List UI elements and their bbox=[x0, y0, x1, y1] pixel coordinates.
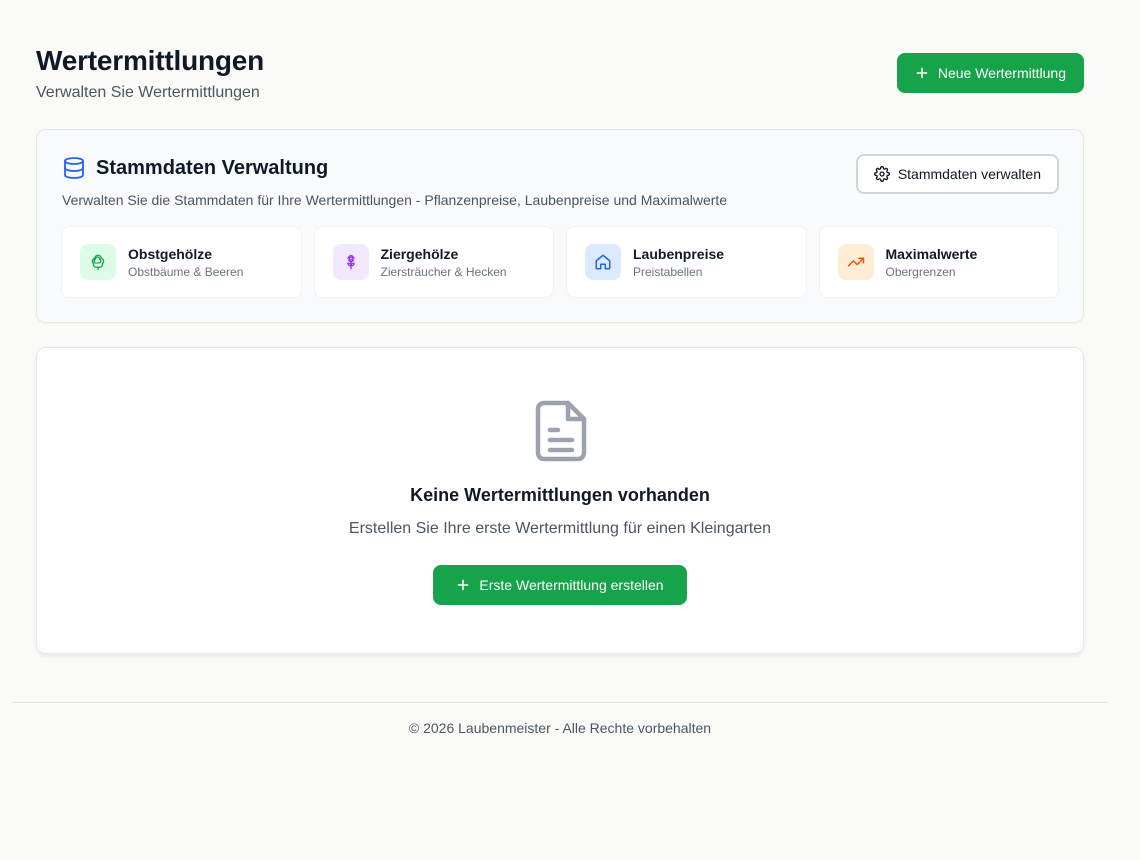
empty-state-card: Keine Wertermittlungen vorhanden Erstell… bbox=[36, 347, 1084, 654]
tile-arbor-prices-text: Laubenpreise Preistabellen bbox=[633, 246, 724, 279]
tile-title: Ziergehölze bbox=[380, 245, 459, 262]
tile-max-values[interactable]: Maximalwerte Obergrenzen bbox=[818, 226, 1059, 298]
tile-subtitle: Obstbäume & Beeren bbox=[128, 264, 244, 279]
tile-subtitle: Obergrenzen bbox=[885, 264, 956, 279]
create-first-valuation-button[interactable]: Erste Wertermittlung erstellen bbox=[433, 565, 687, 605]
database-icon bbox=[64, 157, 84, 179]
empty-state-title: Keine Wertermittlungen vorhanden bbox=[410, 485, 710, 505]
tile-subtitle: Preistabellen bbox=[633, 264, 703, 279]
flower-icon bbox=[332, 244, 369, 280]
tile-title: Obstgehölze bbox=[128, 245, 213, 262]
tree-icon bbox=[80, 244, 116, 280]
master-data-heading: Stammdaten Verwaltung bbox=[62, 156, 328, 180]
tile-ornamental-shrubs-text: Ziergehölze Ziersträucher & Hecken bbox=[381, 246, 507, 279]
master-data-card: Stammdaten Verwaltung Stammdaten verwalt… bbox=[36, 129, 1084, 323]
footer-divider bbox=[12, 702, 1108, 703]
tile-title: Laubenpreise bbox=[633, 245, 725, 262]
footer-copyright: © 2026 Laubenmeister - Alle Rechte vorbe… bbox=[408, 720, 712, 736]
empty-state-subtitle: Erstellen Sie Ihre erste Wertermittlung … bbox=[348, 520, 772, 537]
tile-subtitle: Ziersträucher & Hecken bbox=[380, 264, 507, 279]
master-data-description: Verwalten Sie die Stammdaten für Ihre We… bbox=[62, 192, 728, 208]
gear-icon bbox=[873, 166, 890, 182]
house-icon bbox=[585, 244, 621, 280]
new-valuation-button[interactable]: Neue Wertermittlung bbox=[896, 53, 1084, 93]
create-first-valuation-label: Erste Wertermittlung erstellen bbox=[479, 577, 664, 593]
master-data-title: Stammdaten Verwaltung bbox=[96, 156, 329, 179]
tile-ornamental-shrubs[interactable]: Ziergehölze Ziersträucher & Hecken bbox=[313, 226, 554, 298]
document-icon bbox=[535, 400, 587, 462]
trending-up-icon bbox=[837, 244, 874, 280]
manage-master-data-label: Stammdaten verwalten bbox=[897, 166, 1041, 182]
manage-master-data-button[interactable]: Stammdaten verwalten bbox=[855, 154, 1059, 194]
tile-max-values-text: Maximalwerte Obergrenzen bbox=[886, 246, 978, 279]
tile-fruit-trees[interactable]: Obstgehölze Obstbäume & Beeren bbox=[61, 226, 302, 298]
page: Wertermittlungen Verwalten Sie Wertermit… bbox=[0, 0, 1140, 860]
plus-icon bbox=[916, 67, 928, 79]
tile-arbor-prices[interactable]: Laubenpreise Preistabellen bbox=[566, 226, 807, 298]
tile-fruit-trees-text: Obstgehölze Obstbäume & Beeren bbox=[128, 246, 243, 279]
plus-icon bbox=[458, 579, 469, 591]
new-valuation-button-label: Neue Wertermittlung bbox=[937, 65, 1066, 81]
master-data-tiles: Obstgehölze Obstbäume & Beeren Ziergehöl… bbox=[61, 226, 1059, 298]
tile-title: Maximalwerte bbox=[885, 245, 978, 262]
page-header: Wertermittlungen Verwalten Sie Wertermit… bbox=[36, 44, 1084, 104]
